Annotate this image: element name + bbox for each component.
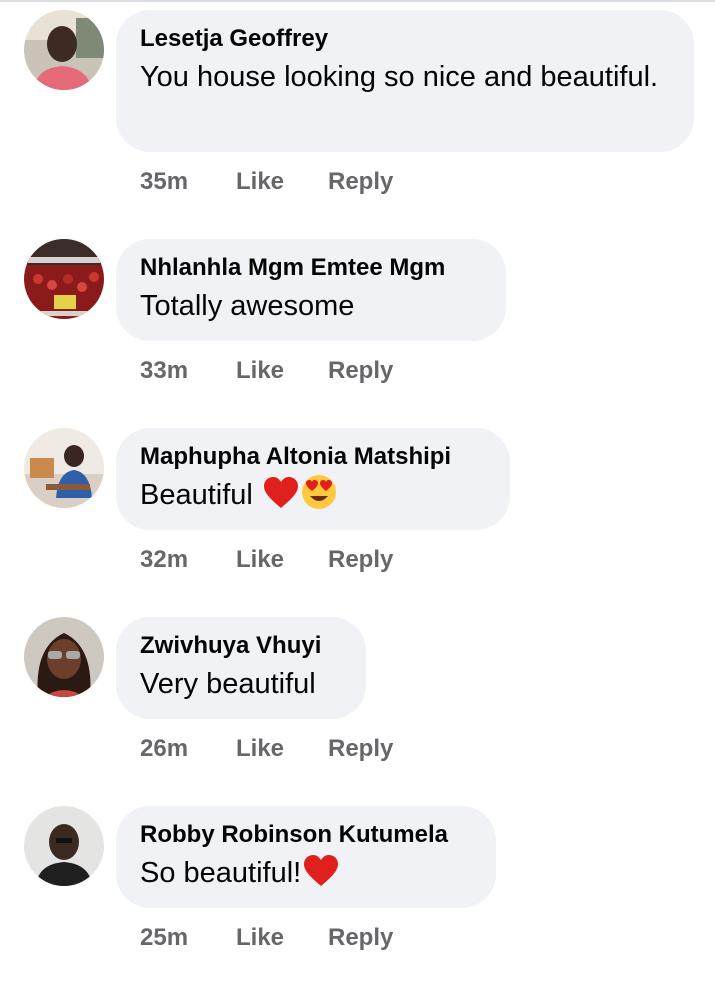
comment-bubble: Nhlanhla Mgm Emtee Mgm Totally awesome	[116, 239, 506, 341]
reply-button[interactable]: Reply	[328, 546, 393, 574]
comment-actions: 26m Like Reply	[140, 735, 393, 763]
comment-bubble: Zwivhuya Vhuyi Very beautiful	[116, 617, 366, 719]
reply-button[interactable]: Reply	[328, 924, 393, 952]
avatar[interactable]	[24, 10, 104, 90]
comment-timestamp[interactable]: 33m	[140, 357, 236, 385]
like-button[interactable]: Like	[236, 546, 328, 574]
profile-photo-icon	[24, 806, 104, 886]
profile-photo-icon	[24, 428, 104, 508]
comment-actions: 25m Like Reply	[140, 924, 393, 952]
comment-text-line: So beautiful!	[140, 852, 472, 900]
comment-author[interactable]: Zwivhuya Vhuyi	[140, 631, 342, 661]
profile-photo-icon	[24, 617, 104, 697]
comment-author[interactable]: Lesetja Geoffrey	[140, 24, 670, 54]
heart-eyes-face-icon	[301, 474, 337, 522]
comment-text: You house looking so nice and beautiful.	[140, 61, 659, 93]
reply-button[interactable]: Reply	[328, 168, 393, 196]
avatar[interactable]	[24, 806, 104, 886]
comment-bubble: Robby Robinson Kutumela So beautiful!	[116, 806, 496, 908]
comment-author[interactable]: Maphupha Altonia Matshipi	[140, 442, 486, 472]
avatar[interactable]	[24, 239, 104, 319]
comment-bubble: Lesetja Geoffrey You house looking so ni…	[116, 10, 694, 152]
avatar[interactable]	[24, 617, 104, 697]
comment-text-line: Beautiful	[140, 474, 486, 522]
profile-photo-icon	[24, 10, 104, 90]
comment-text: Totally awesome	[140, 290, 355, 322]
comment-timestamp[interactable]: 32m	[140, 546, 236, 574]
comment-actions: 32m Like Reply	[140, 546, 393, 574]
comment-actions: 35m Like Reply	[140, 168, 393, 196]
comment-text: So beautiful!	[140, 857, 302, 889]
comment-bubble: Maphupha Altonia Matshipi Beautiful	[116, 428, 510, 530]
red-heart-icon	[263, 476, 299, 522]
comment-timestamp[interactable]: 35m	[140, 168, 236, 196]
profile-photo-icon	[24, 239, 104, 319]
comment-text: Beautiful	[140, 479, 253, 511]
top-divider	[0, 0, 715, 2]
comment-actions: 33m Like Reply	[140, 357, 393, 385]
avatar[interactable]	[24, 428, 104, 508]
like-button[interactable]: Like	[236, 357, 328, 385]
comment-timestamp[interactable]: 26m	[140, 735, 236, 763]
like-button[interactable]: Like	[236, 924, 328, 952]
comment-text: Very beautiful	[140, 668, 316, 700]
comment-timestamp[interactable]: 25m	[140, 924, 236, 952]
comment-author[interactable]: Nhlanhla Mgm Emtee Mgm	[140, 253, 482, 283]
like-button[interactable]: Like	[236, 168, 328, 196]
red-heart-icon	[303, 854, 339, 900]
like-button[interactable]: Like	[236, 735, 328, 763]
reply-button[interactable]: Reply	[328, 735, 393, 763]
reply-button[interactable]: Reply	[328, 357, 393, 385]
comment-author[interactable]: Robby Robinson Kutumela	[140, 820, 472, 850]
